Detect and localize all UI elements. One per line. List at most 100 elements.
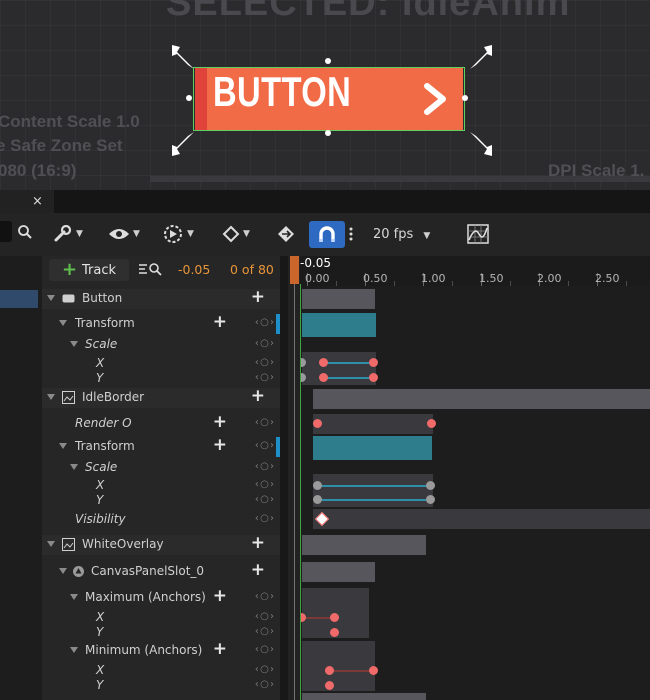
track-row-transform[interactable]: Transform + ‹ ○ ›: [42, 312, 280, 334]
track-row-whiteoverlay[interactable]: WhiteOverlay +: [42, 533, 280, 555]
expand-triangle-icon[interactable]: [59, 320, 67, 326]
track-row-transform[interactable]: Transform + ‹ ○ ›: [42, 435, 280, 457]
expand-triangle-icon[interactable]: [59, 443, 67, 449]
designer-viewport[interactable]: SELECTED: IdleAnim Content Scale 1.0 e S…: [0, 0, 650, 190]
key-navigator[interactable]: ‹ ○ ›: [255, 644, 274, 655]
snap-options-button[interactable]: [349, 221, 353, 247]
expand-triangle-icon[interactable]: [59, 568, 67, 574]
keyframe[interactable]: [313, 419, 322, 428]
expand-triangle-icon[interactable]: [70, 341, 78, 347]
key-navigator[interactable]: ‹ ○ ›: [255, 357, 274, 368]
current-time-field[interactable]: -0.05: [178, 262, 210, 277]
section-bar-idleborder[interactable]: [313, 389, 650, 409]
key-navigator[interactable]: ‹ ○ ›: [255, 611, 274, 622]
add-key-button[interactable]: +: [213, 639, 227, 659]
track-row-minimum-y[interactable]: Y ‹ ○ ›: [42, 676, 280, 696]
add-subtrack-button[interactable]: +: [251, 287, 265, 307]
track-row-scale[interactable]: Scale ‹ ○ ›: [42, 335, 280, 355]
add-key-button[interactable]: +: [213, 312, 227, 332]
key-navigator[interactable]: ‹ ○ ›: [255, 461, 274, 472]
keyframe[interactable]: [369, 373, 378, 382]
key-navigator[interactable]: ‹ ○ ›: [255, 494, 274, 505]
selected-animation-item[interactable]: [0, 290, 38, 308]
key-navigator[interactable]: ‹ ○ ›: [255, 338, 274, 349]
resize-handle-bottom[interactable]: [325, 130, 331, 136]
key-navigator[interactable]: ‹ ○ ›: [255, 417, 274, 428]
playback-options-button[interactable]: ▼: [162, 221, 194, 247]
auto-key-button[interactable]: [276, 221, 296, 247]
anchor-bottom-left-icon[interactable]: [168, 128, 198, 158]
anchor-bottom-right-icon[interactable]: [466, 128, 496, 158]
expand-triangle-icon[interactable]: [47, 295, 55, 301]
track-row-visibility[interactable]: Visibility ‹ ○ ›: [42, 510, 280, 530]
expand-triangle-icon[interactable]: [70, 594, 78, 600]
section-bar-transform[interactable]: [313, 436, 432, 460]
keyframe[interactable]: [369, 358, 378, 367]
keyframe[interactable]: [330, 628, 339, 637]
section-bar-canvaspanelslot[interactable]: [302, 562, 375, 582]
add-key-button[interactable]: +: [213, 412, 227, 432]
search-icon[interactable]: [17, 224, 33, 240]
track-row-scale[interactable]: Scale ‹ ○ ›: [42, 458, 280, 478]
resize-handle-left[interactable]: [186, 95, 192, 101]
anchor-top-right-icon[interactable]: [466, 43, 496, 73]
key-navigator[interactable]: ‹ ○ ›: [255, 626, 274, 637]
expand-triangle-icon[interactable]: [70, 647, 78, 653]
curve-editor-button[interactable]: [467, 221, 489, 247]
section-bar-transform[interactable]: [302, 313, 376, 337]
key-navigator[interactable]: ‹ ○ ›: [255, 372, 274, 383]
snap-magnet-button[interactable]: [309, 221, 345, 248]
key-navigator[interactable]: ‹ ○ ›: [255, 317, 274, 328]
key-options-button[interactable]: ▼: [222, 221, 250, 247]
key-navigator[interactable]: ‹ ○ ›: [255, 479, 274, 490]
track-row-scale-y[interactable]: Y ‹ ○ ›: [42, 491, 280, 511]
track-row-canvaspanelslot[interactable]: CanvasPanelSlot_0 +: [42, 560, 280, 582]
keyframe[interactable]: [426, 481, 435, 490]
section-bar-whiteoverlay[interactable]: [302, 535, 426, 555]
key-navigator[interactable]: ‹ ○ ›: [255, 440, 274, 451]
keyframe[interactable]: [319, 358, 328, 367]
resize-handle-top[interactable]: [325, 58, 331, 64]
add-subtrack-button[interactable]: +: [251, 386, 265, 406]
time-ruler[interactable]: 0.00 0.50 1.00 1.50 2.00 2.50: [300, 256, 650, 286]
add-key-button[interactable]: +: [213, 435, 227, 455]
track-row-button[interactable]: Button +: [42, 287, 280, 309]
key-navigator[interactable]: ‹ ○ ›: [255, 513, 274, 524]
timeline-area[interactable]: 0.00 0.50 1.00 1.50 2.00 2.50: [300, 256, 650, 700]
keyframe[interactable]: [313, 481, 322, 490]
keyframe[interactable]: [330, 613, 339, 622]
keyframe[interactable]: [319, 373, 328, 382]
tab-close-button[interactable]: ×: [32, 190, 43, 213]
track-row-render-opacity[interactable]: Render O + ‹ ○ ›: [42, 412, 280, 434]
tools-menu-button[interactable]: ▼: [53, 221, 83, 247]
frame-rate-dropdown[interactable]: 20 fps ▼: [373, 221, 430, 248]
expand-triangle-icon[interactable]: [70, 464, 78, 470]
outliner-search-input[interactable]: [0, 221, 12, 242]
track-row-scale-y[interactable]: Y ‹ ○ ›: [42, 369, 280, 389]
keyframe[interactable]: [427, 419, 436, 428]
keyframe[interactable]: [426, 495, 435, 504]
expand-triangle-icon[interactable]: [47, 394, 55, 400]
keyframe[interactable]: [313, 495, 322, 504]
track-row-maximum-y[interactable]: Y ‹ ○ ›: [42, 623, 280, 643]
keyframe[interactable]: [325, 681, 334, 690]
add-subtrack-button[interactable]: +: [251, 533, 265, 553]
track-row-maximum-anchors[interactable]: Maximum (Anchors) + ‹ ○ ›: [42, 586, 280, 608]
view-options-button[interactable]: ▼: [108, 221, 140, 247]
section-bar-button[interactable]: [302, 289, 375, 309]
key-navigator[interactable]: ‹ ○ ›: [255, 664, 274, 675]
resize-handle-right[interactable]: [462, 95, 468, 101]
filter-search-icon[interactable]: [137, 262, 163, 276]
section-bar-visibility[interactable]: [313, 509, 650, 529]
sequencer-tab[interactable]: ×: [0, 190, 54, 213]
expand-triangle-icon[interactable]: [47, 541, 55, 547]
section-bar-render-opacity[interactable]: [313, 414, 433, 434]
keyframe[interactable]: [325, 666, 334, 675]
panel-splitter[interactable]: [280, 256, 288, 700]
add-subtrack-button[interactable]: +: [251, 560, 265, 580]
playhead-marker[interactable]: [290, 256, 299, 284]
track-row-minimum-anchors[interactable]: Minimum (Anchors) + ‹ ○ ›: [42, 639, 280, 661]
key-navigator[interactable]: ‹ ○ ›: [255, 679, 274, 690]
add-key-button[interactable]: +: [213, 586, 227, 606]
keyframe[interactable]: [369, 666, 378, 675]
